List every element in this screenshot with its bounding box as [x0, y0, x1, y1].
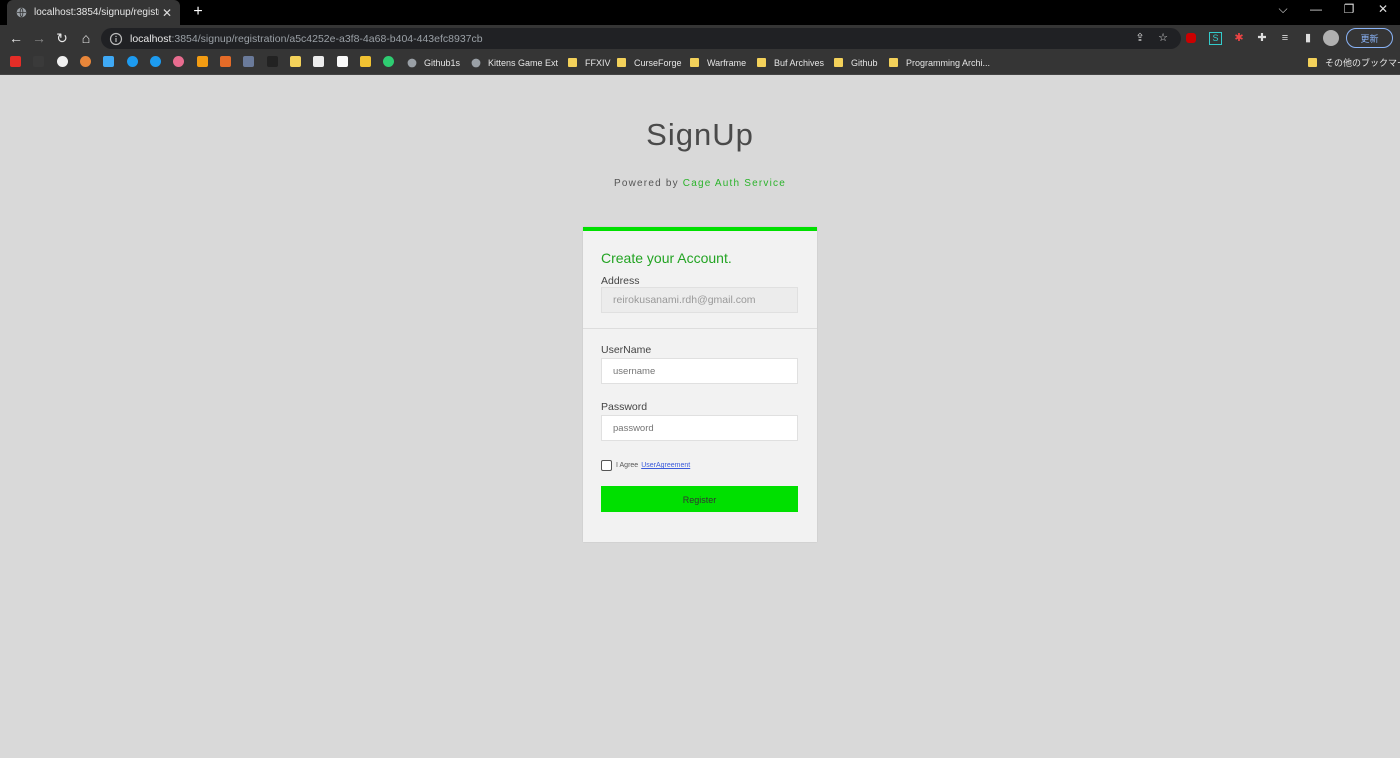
- agreement-row: I Agree UserAgreement: [601, 460, 690, 471]
- info-icon[interactable]: [109, 32, 123, 46]
- tab-title: localhost:3854/signup/registratio: [34, 7, 159, 18]
- github-icon[interactable]: [57, 56, 68, 67]
- page-title: SignUp: [646, 117, 754, 152]
- bookmark-folder-other[interactable]: その他のブックマーク: [1308, 54, 1400, 71]
- orange-grid-icon[interactable]: [197, 56, 208, 67]
- globe-icon: [407, 58, 417, 67]
- extension-star-icon[interactable]: ✱: [1232, 31, 1246, 45]
- stylus-icon[interactable]: S: [1209, 32, 1222, 45]
- bookmark-kittens[interactable]: Kittens Game Ext: [471, 54, 558, 71]
- globe-icon: [16, 7, 27, 18]
- bookmark-folder-buf[interactable]: Buf Archives: [757, 54, 824, 71]
- restore-icon[interactable]: ❐: [1339, 2, 1359, 16]
- bookmark-folder-github[interactable]: Github: [834, 54, 878, 71]
- folder-icon: [690, 58, 699, 67]
- reading-list-icon[interactable]: ≡: [1278, 31, 1292, 45]
- gear-orange-icon[interactable]: [80, 56, 91, 67]
- agree-label: I Agree: [616, 462, 639, 469]
- globe-icon: [471, 58, 481, 67]
- folder-icon: [757, 58, 766, 67]
- tab-strip: localhost:3854/signup/registratio ✕ + ⌵ …: [0, 0, 1400, 25]
- share-icon[interactable]: ⇪: [1133, 31, 1147, 45]
- url-text: localhost:3854/signup/registration/a5c42…: [130, 32, 483, 45]
- form-heading: Create your Account.: [601, 250, 732, 266]
- address-bar[interactable]: localhost:3854/signup/registration/a5c42…: [101, 28, 1181, 49]
- profile-avatar[interactable]: [1323, 30, 1339, 46]
- white-doc-icon[interactable]: [313, 56, 324, 67]
- new-tab-icon[interactable]: +: [190, 3, 206, 21]
- side-panel-icon[interactable]: ▮: [1301, 31, 1315, 45]
- forward-icon[interactable]: →: [30, 29, 48, 47]
- window-close-icon[interactable]: ✕: [1373, 2, 1393, 16]
- password-label: Password: [601, 401, 648, 413]
- bookmark-folder-ffxiv[interactable]: FFXIV: [568, 54, 611, 71]
- address-label: Address: [601, 275, 640, 287]
- browser-toolbar: ← → ↻ ⌂ localhost:3854/signup/registrati…: [0, 25, 1400, 51]
- bookmarks-bar: Github1s Kittens Game Ext FFXIV CurseFor…: [0, 51, 1400, 75]
- star-icon[interactable]: ☆: [1156, 31, 1170, 45]
- reload-icon[interactable]: ↻: [53, 29, 71, 47]
- green-circle-icon[interactable]: [383, 56, 394, 67]
- bookmark-folder-curseforge[interactable]: CurseForge: [617, 54, 682, 71]
- twitter-icon-2[interactable]: [150, 56, 161, 67]
- tab-search-icon[interactable]: ⌵: [1273, 2, 1293, 17]
- address-field: reirokusanami.rdh@gmail.com: [601, 287, 798, 313]
- bookmark-github1s[interactable]: Github1s: [407, 54, 460, 71]
- brand-name: Cage Auth Service: [682, 178, 787, 189]
- update-label: 更新: [1360, 33, 1379, 44]
- bookmark-folder-programming[interactable]: Programming Archi...: [889, 54, 990, 71]
- register-button[interactable]: Register: [601, 486, 798, 512]
- smile-icon[interactable]: [360, 56, 371, 67]
- dark-square-icon[interactable]: [267, 56, 278, 67]
- folder-icon: [889, 58, 898, 67]
- bookmark-folder-warframe[interactable]: Warframe: [690, 54, 746, 71]
- flutter-icon[interactable]: [103, 56, 114, 67]
- pink-circle-icon[interactable]: [173, 56, 184, 67]
- signup-card: Create your Account. Address reirokusana…: [583, 227, 817, 542]
- powered-by: Powered by Cage Auth Service: [613, 178, 787, 189]
- folder-icon: [617, 58, 626, 67]
- arrow-icon[interactable]: [243, 56, 254, 67]
- folder-icon: [568, 58, 577, 67]
- fox-icon[interactable]: [220, 56, 231, 67]
- twitter-icon[interactable]: [127, 56, 138, 67]
- youtube-icon[interactable]: [10, 56, 21, 67]
- minimize-icon[interactable]: —: [1306, 2, 1326, 16]
- folder-icon: [834, 58, 843, 67]
- ublock-icon[interactable]: [1186, 33, 1196, 43]
- user-agreement-link[interactable]: UserAgreement: [641, 462, 690, 469]
- extensions-icon[interactable]: ✚: [1255, 31, 1269, 45]
- home-icon[interactable]: ⌂: [77, 29, 95, 47]
- close-tab-icon[interactable]: ✕: [159, 6, 175, 20]
- browser-tab[interactable]: localhost:3854/signup/registratio ✕: [7, 0, 180, 25]
- divider: [583, 328, 817, 329]
- update-button[interactable]: 更新: [1346, 28, 1393, 48]
- yellow-note-icon[interactable]: [290, 56, 301, 67]
- username-label: UserName: [601, 344, 652, 356]
- password-input[interactable]: [601, 415, 798, 441]
- username-input[interactable]: [601, 358, 798, 384]
- bookmark-dark-icon[interactable]: [33, 56, 44, 67]
- back-icon[interactable]: ←: [7, 29, 25, 47]
- puzzle-white-icon[interactable]: [337, 56, 348, 67]
- folder-icon: [1308, 58, 1317, 67]
- agree-checkbox[interactable]: [601, 460, 612, 471]
